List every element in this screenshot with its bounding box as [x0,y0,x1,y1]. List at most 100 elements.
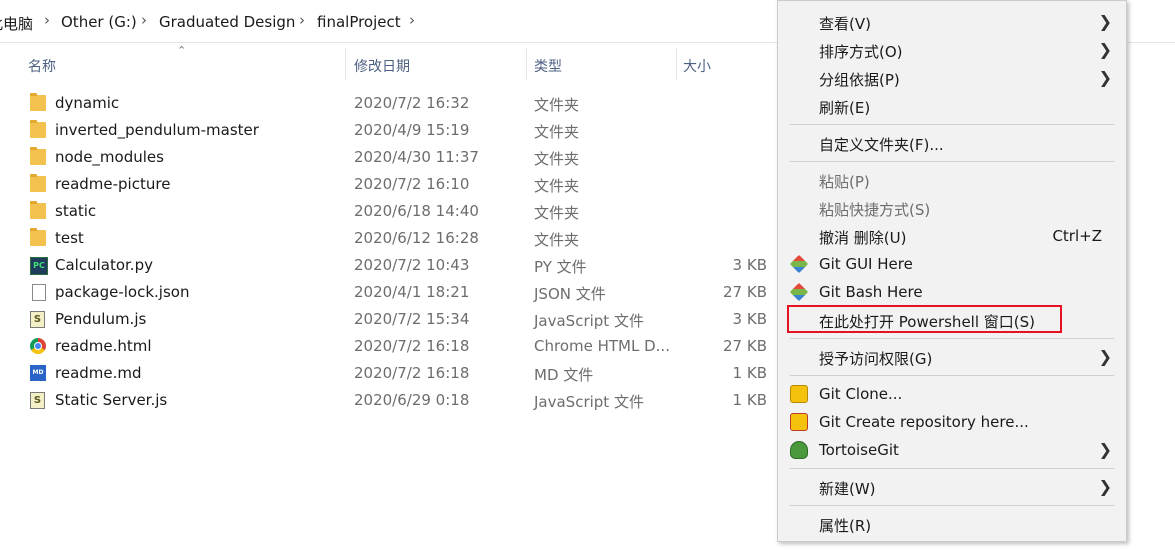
menu-item-refresh[interactable]: 刷新(E) [778,92,1126,120]
list-item[interactable]: S Pendulum.js 2020/7/2 15:34 JavaScript … [24,306,774,333]
chevron-right-icon: ❯ [1098,440,1112,459]
breadcrumb-final-project[interactable]: finalProject [317,13,401,31]
list-item[interactable]: dynamic 2020/7/2 16:32 文件夹 [24,90,774,117]
menu-item-git-create-repository[interactable]: Git Create repository here... [778,408,1126,436]
column-divider[interactable] [526,48,527,80]
file-size: 3 KB [732,310,767,328]
menu-item-label: 排序方式(O) [819,43,903,61]
list-item[interactable]: static 2020/6/18 14:40 文件夹 [24,198,774,225]
file-type: JavaScript 文件 [534,312,644,330]
file-date: 2020/6/18 14:40 [354,202,479,220]
file-date: 2020/4/1 18:21 [354,283,470,301]
file-type: 文件夹 [534,123,580,141]
menu-item-label: 属性(R) [819,517,872,535]
menu-divider [790,161,1114,162]
menu-divider [790,124,1114,125]
file-name: dynamic [55,94,120,112]
tortoisegit-icon [790,441,808,459]
file-name: readme.md [55,364,142,382]
list-item[interactable]: MD readme.md 2020/7/2 16:18 MD 文件 1 KB [24,360,774,387]
menu-divider [790,375,1114,376]
file-name: Calculator.py [55,256,153,274]
folder-icon [30,93,46,111]
list-item[interactable]: package-lock.json 2020/4/1 18:21 JSON 文件… [24,279,774,306]
file-date: 2020/7/2 15:34 [354,310,470,328]
list-item[interactable]: test 2020/6/12 16:28 文件夹 [24,225,774,252]
list-item[interactable]: PC Calculator.py 2020/7/2 10:43 PY 文件 3 … [24,252,774,279]
menu-item-paste: 粘贴(P) [778,166,1126,194]
menu-item-undo-delete[interactable]: 撤消 删除(U) Ctrl+Z [778,222,1126,250]
folder-icon [30,201,46,219]
menu-item-group-by[interactable]: 分组依据(P) ❯ [778,64,1126,92]
javascript-file-icon: S [30,392,45,409]
list-item[interactable]: node_modules 2020/4/30 11:37 文件夹 [24,144,774,171]
menu-item-paste-shortcut: 粘贴快捷方式(S) [778,194,1126,222]
breadcrumb-graduated-design[interactable]: Graduated Design [159,13,295,31]
keyboard-shortcut: Ctrl+Z [1052,227,1102,245]
list-item[interactable]: inverted_pendulum-master 2020/4/9 15:19 … [24,117,774,144]
file-name: inverted_pendulum-master [55,121,259,139]
menu-item-label: 粘贴(P) [819,173,870,191]
list-item[interactable]: readme.html 2020/7/2 16:18 Chrome HTML D… [24,333,774,360]
menu-item-label: Git Create repository here... [819,413,1029,431]
chevron-right-icon: ❯ [1098,347,1112,366]
file-name: Pendulum.js [55,310,147,328]
folder-icon [30,120,46,138]
file-size: 3 KB [732,256,767,274]
menu-item-give-access[interactable]: 授予访问权限(G) ❯ [778,343,1126,371]
sort-up-icon: ⌃ [177,44,187,57]
file-date: 2020/7/2 10:43 [354,256,470,274]
file-date: 2020/4/9 15:19 [354,121,470,139]
file-date: 2020/7/2 16:18 [354,337,470,355]
menu-item-label: 自定义文件夹(F)... [819,136,944,154]
markdown-file-icon: MD [30,365,46,381]
menu-item-properties[interactable]: 属性(R) [778,510,1126,538]
breadcrumb-drive[interactable]: Other (G:) [61,13,137,31]
folder-icon [30,174,46,192]
menu-item-customize-folder[interactable]: 自定义文件夹(F)... [778,129,1126,157]
pycharm-file-icon: PC [30,257,48,275]
column-divider[interactable] [676,48,677,80]
list-item[interactable]: S Static Server.js 2020/6/29 0:18 JavaSc… [24,387,774,414]
column-header-size[interactable]: 大小 [683,56,711,76]
menu-item-sort-by[interactable]: 排序方式(O) ❯ [778,36,1126,64]
menu-item-git-bash[interactable]: Git Bash Here [778,278,1126,306]
menu-item-git-clone[interactable]: Git Clone... [778,380,1126,408]
file-size: 1 KB [732,364,767,382]
menu-item-label: Git GUI Here [819,255,913,273]
file-date: 2020/4/30 11:37 [354,148,479,166]
git-create-repository-icon [790,413,808,431]
context-menu: 查看(V) ❯ 排序方式(O) ❯ 分组依据(P) ❯ 刷新(E) 自定义文件夹… [777,0,1127,542]
file-type: JavaScript 文件 [534,393,644,411]
javascript-file-icon: S [30,311,45,328]
chevron-right-icon[interactable]: › [141,11,147,29]
column-header-name[interactable]: 名称 [28,56,56,76]
list-item[interactable]: readme-picture 2020/7/2 16:10 文件夹 [24,171,774,198]
file-type: 文件夹 [534,177,580,195]
file-name: node_modules [55,148,164,166]
chevron-right-icon[interactable]: › [299,11,305,29]
chrome-icon [30,338,46,354]
chevron-right-icon[interactable]: › [409,11,415,29]
breadcrumb-this-pc[interactable]: 此电脑 [0,13,33,34]
file-date: 2020/7/2 16:18 [354,364,470,382]
menu-divider [790,468,1114,469]
chevron-right-icon: ❯ [1098,68,1112,87]
menu-item-git-gui[interactable]: Git GUI Here [778,250,1126,278]
file-type: JSON 文件 [534,285,606,303]
menu-item-label: 分组依据(P) [819,71,900,89]
file-type: 文件夹 [534,150,580,168]
column-divider[interactable] [345,48,346,80]
file-type: Chrome HTML D... [534,337,670,355]
chevron-right-icon[interactable]: › [44,11,50,29]
menu-item-new[interactable]: 新建(W) ❯ [778,473,1126,501]
file-name: static [55,202,97,220]
menu-item-tortoisegit[interactable]: TortoiseGit ❯ [778,436,1126,464]
git-bash-icon [789,282,809,302]
column-header-date[interactable]: 修改日期 [354,56,410,76]
menu-item-label: 粘贴快捷方式(S) [819,201,931,219]
menu-divider [790,505,1114,506]
menu-item-view[interactable]: 查看(V) ❯ [778,8,1126,36]
column-header-type[interactable]: 类型 [534,56,562,76]
chevron-right-icon: ❯ [1098,40,1112,59]
